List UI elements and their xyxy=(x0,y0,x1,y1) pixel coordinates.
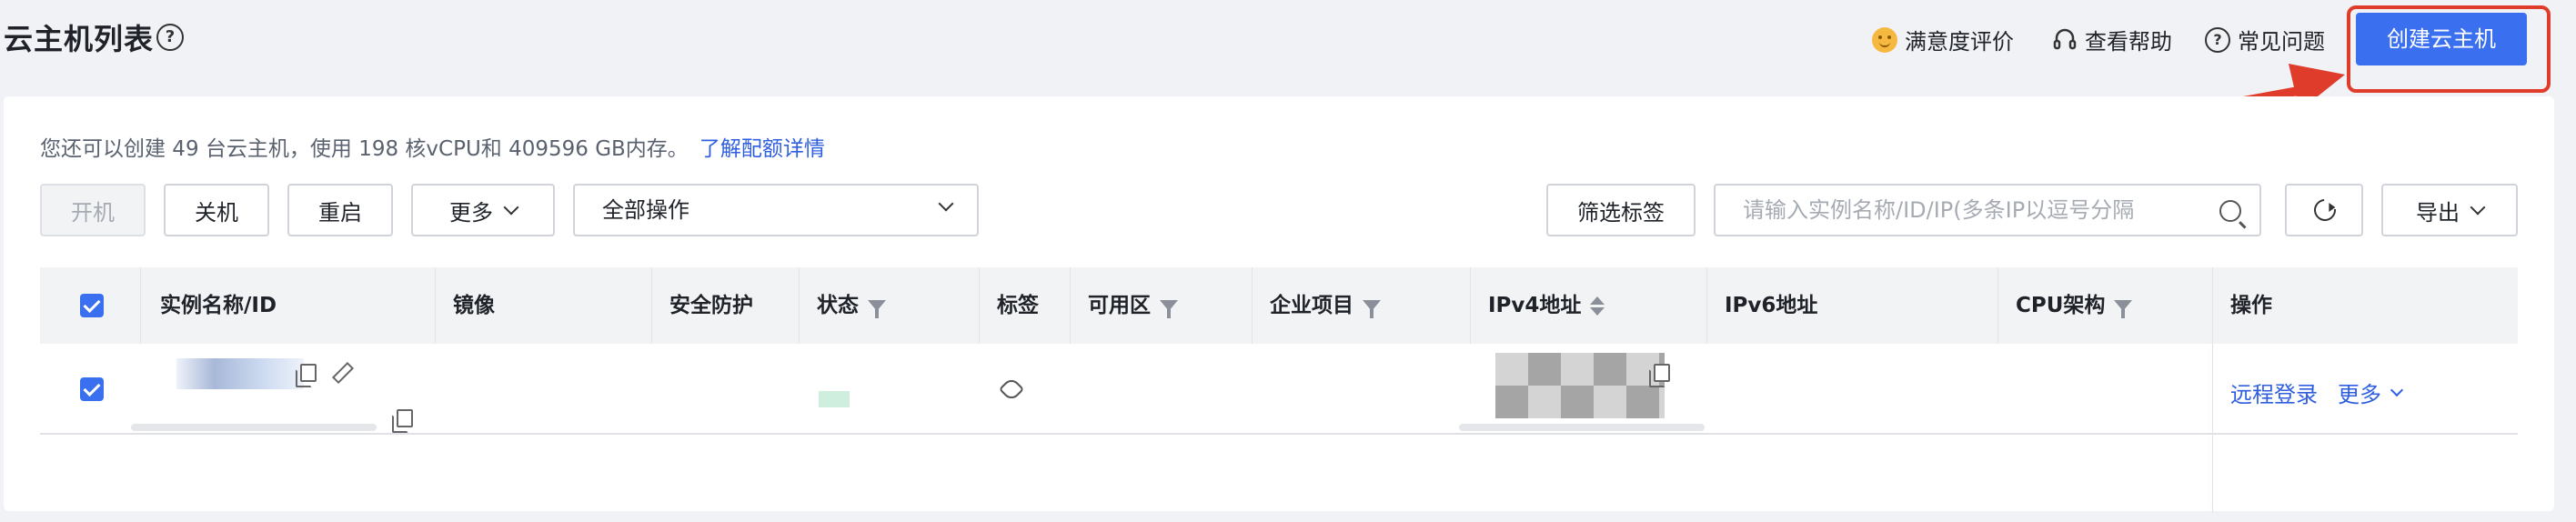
search-placeholder: 请输入实例名称/ID/IP(多条IP以逗号分隔 xyxy=(1743,197,2135,223)
filter-tags-button[interactable]: 筛选标签 xyxy=(1546,184,1696,236)
chevron-down-icon xyxy=(2470,199,2486,216)
remote-login-link[interactable]: 远程登录 xyxy=(2230,376,2318,408)
ipv4-secondary-redacted xyxy=(1459,424,1705,431)
headset-icon xyxy=(2053,28,2077,49)
column-security: 安全防护 xyxy=(669,267,753,344)
help-link[interactable]: 查看帮助 xyxy=(2052,24,2172,55)
column-enterprise-project: 企业项目 xyxy=(1270,267,1381,344)
page-header: 云主机列表 ? 满意度评价 查看帮助 ? 常见问题 创建云主机 xyxy=(0,0,2576,93)
main-panel: 您还可以创建 49 台云主机，使用 198 核vCPU和 409596 GB内存… xyxy=(4,96,2554,513)
chevron-down-icon xyxy=(2390,383,2404,397)
column-actions: 操作 xyxy=(2230,267,2272,344)
table-header: 实例名称/ID 镜像 安全防护 状态 标签 可用区 企业项目 IPv4地址 IP… xyxy=(40,267,2518,344)
question-circle-icon: ? xyxy=(2205,26,2230,53)
column-enterprise-project-label: 企业项目 xyxy=(1270,294,1353,317)
column-actions-label: 操作 xyxy=(2230,294,2272,317)
row-more-label: 更多 xyxy=(2338,382,2381,407)
edit-icon[interactable] xyxy=(331,362,351,382)
column-status-label: 状态 xyxy=(817,294,859,317)
column-zone: 可用区 xyxy=(1088,267,1178,344)
help-label: 查看帮助 xyxy=(2085,29,2172,55)
create-instance-button[interactable]: 创建云主机 xyxy=(2356,13,2527,65)
chevron-down-icon xyxy=(503,199,519,216)
filter-icon[interactable] xyxy=(1363,300,1381,318)
row-more-dropdown[interactable]: 更多 xyxy=(2338,376,2404,408)
bulk-operations-value: 全部操作 xyxy=(602,197,689,223)
export-button[interactable]: 导出 xyxy=(2381,184,2518,236)
copy-icon[interactable] xyxy=(296,364,317,387)
faq-label: 常见问题 xyxy=(2238,29,2325,55)
sort-icon[interactable] xyxy=(1590,296,1605,316)
copy-icon[interactable] xyxy=(392,409,413,433)
column-image: 镜像 xyxy=(453,267,495,344)
row-checkbox[interactable] xyxy=(80,377,104,401)
faq-link[interactable]: ? 常见问题 xyxy=(2205,24,2325,55)
power-off-label: 关机 xyxy=(195,199,238,226)
smile-icon xyxy=(1872,26,1897,53)
more-actions-button[interactable]: 更多 xyxy=(411,184,555,236)
column-tags: 标签 xyxy=(997,267,1039,344)
column-image-label: 镜像 xyxy=(453,294,495,317)
column-ipv6: IPv6地址 xyxy=(1725,267,1817,344)
fixed-column-divider xyxy=(2212,344,2213,513)
quota-text: 您还可以创建 49 台云主机，使用 198 核vCPU和 409596 GB内存… xyxy=(40,137,689,161)
restart-button[interactable]: 重启 xyxy=(287,184,393,236)
column-zone-label: 可用区 xyxy=(1088,294,1151,317)
instance-id-redacted xyxy=(131,424,377,431)
ipv4-redacted xyxy=(1495,353,1665,418)
column-cpu-arch: CPU架构 xyxy=(2016,267,2133,344)
bulk-operations-select[interactable]: 全部操作 xyxy=(573,184,979,236)
filter-icon[interactable] xyxy=(2114,300,2133,318)
column-name: 实例名称/ID xyxy=(160,267,277,344)
column-security-label: 安全防护 xyxy=(669,294,753,317)
page-title: 云主机列表 xyxy=(4,22,155,56)
status-redacted xyxy=(819,391,850,407)
refresh-button[interactable] xyxy=(2285,184,2363,236)
power-on-label: 开机 xyxy=(71,199,115,226)
power-off-button[interactable]: 关机 xyxy=(164,184,269,236)
copy-icon[interactable] xyxy=(1649,364,1670,387)
instance-table: 实例名称/ID 镜像 安全防护 状态 标签 可用区 企业项目 IPv4地址 IP… xyxy=(40,267,2518,513)
satisfaction-link[interactable]: 满意度评价 xyxy=(1872,24,2014,55)
refresh-icon xyxy=(2309,195,2340,226)
export-label: 导出 xyxy=(2416,199,2460,226)
column-ipv6-label: IPv6地址 xyxy=(1725,294,1818,317)
filter-icon[interactable] xyxy=(868,300,886,318)
filter-tags-label: 筛选标签 xyxy=(1577,199,1665,226)
column-status: 状态 xyxy=(817,267,886,344)
column-ipv4-label: IPv4地址 xyxy=(1488,294,1582,317)
table-row: 远程登录 更多 xyxy=(40,344,2518,513)
column-name-label: 实例名称/ID xyxy=(160,294,277,317)
help-icon[interactable]: ? xyxy=(156,24,184,51)
column-tags-label: 标签 xyxy=(997,294,1039,317)
filter-icon[interactable] xyxy=(1160,300,1178,318)
instance-name-redacted xyxy=(176,358,304,389)
column-ipv4: IPv4地址 xyxy=(1488,267,1605,344)
restart-label: 重启 xyxy=(318,199,362,226)
power-on-button[interactable]: 开机 xyxy=(40,184,146,236)
more-label: 更多 xyxy=(449,199,493,226)
chevron-down-icon xyxy=(938,196,954,212)
column-cpu-arch-label: CPU架构 xyxy=(2016,294,2106,317)
search-input[interactable]: 请输入实例名称/ID/IP(多条IP以逗号分隔 xyxy=(1714,184,2261,236)
quota-details-link[interactable]: 了解配额详情 xyxy=(699,137,825,161)
tag-icon[interactable] xyxy=(998,376,1025,403)
select-all-checkbox[interactable] xyxy=(80,294,104,317)
quota-info: 您还可以创建 49 台云主机，使用 198 核vCPU和 409596 GB内存… xyxy=(40,131,825,162)
search-icon[interactable] xyxy=(2219,200,2241,222)
satisfaction-label: 满意度评价 xyxy=(1905,29,2014,55)
